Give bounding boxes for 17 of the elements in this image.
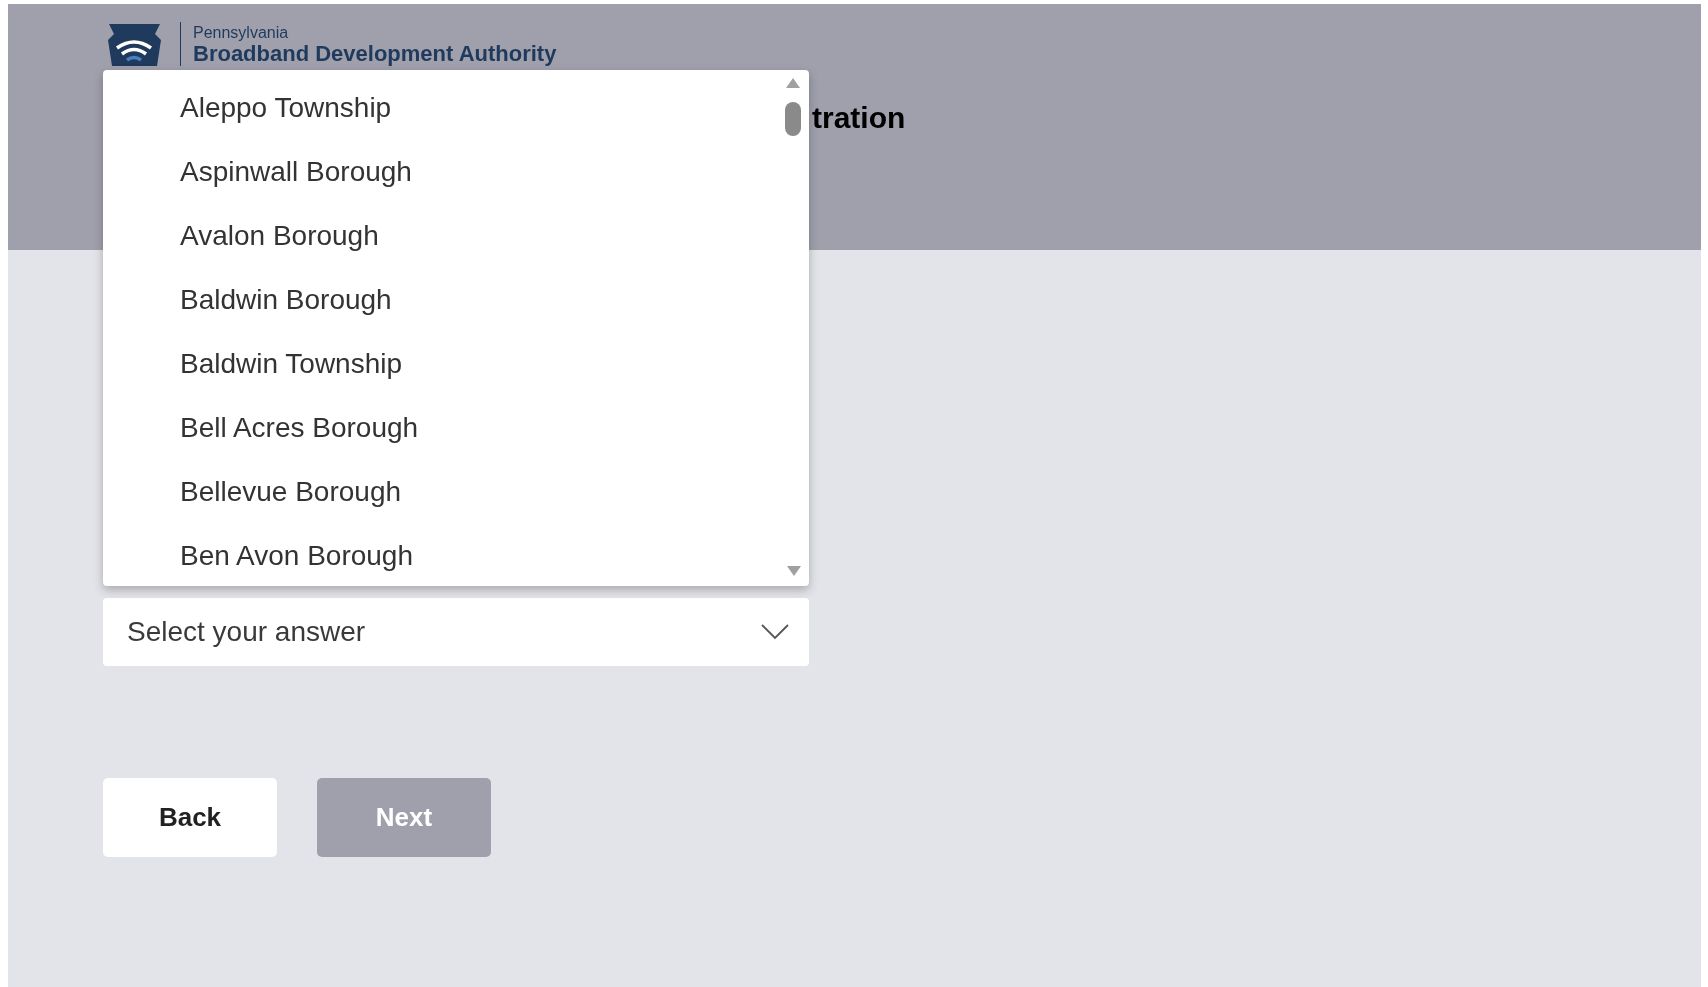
scroll-up-arrow-icon[interactable] — [786, 78, 800, 88]
chevron-down-icon — [761, 624, 789, 640]
dropdown-option[interactable]: Avalon Borough — [103, 204, 779, 268]
organization-name: Broadband Development Authority — [193, 42, 557, 66]
dropdown-option[interactable]: Bell Acres Borough — [103, 396, 779, 460]
form-button[interactable]: Back — [103, 778, 277, 857]
organization-subtitle: Pennsylvania — [193, 24, 290, 42]
dropdown-option[interactable]: Baldwin Borough — [103, 268, 779, 332]
dropdown-option[interactable]: Ben Avon Borough — [103, 524, 779, 586]
select-dropdown[interactable]: Select your answer — [103, 598, 809, 666]
dropdown-option[interactable]: Aleppo Township — [103, 76, 779, 140]
scroll-down-arrow-icon[interactable] — [787, 566, 801, 576]
scrollbar-thumb[interactable] — [785, 102, 801, 136]
page-heading: tration — [812, 101, 906, 134]
dropdown-option[interactable]: Bellevue Borough — [103, 460, 779, 524]
dropdown-option[interactable]: Baldwin Township — [103, 332, 779, 396]
dropdown-option[interactable]: Aspinwall Borough — [103, 140, 779, 204]
